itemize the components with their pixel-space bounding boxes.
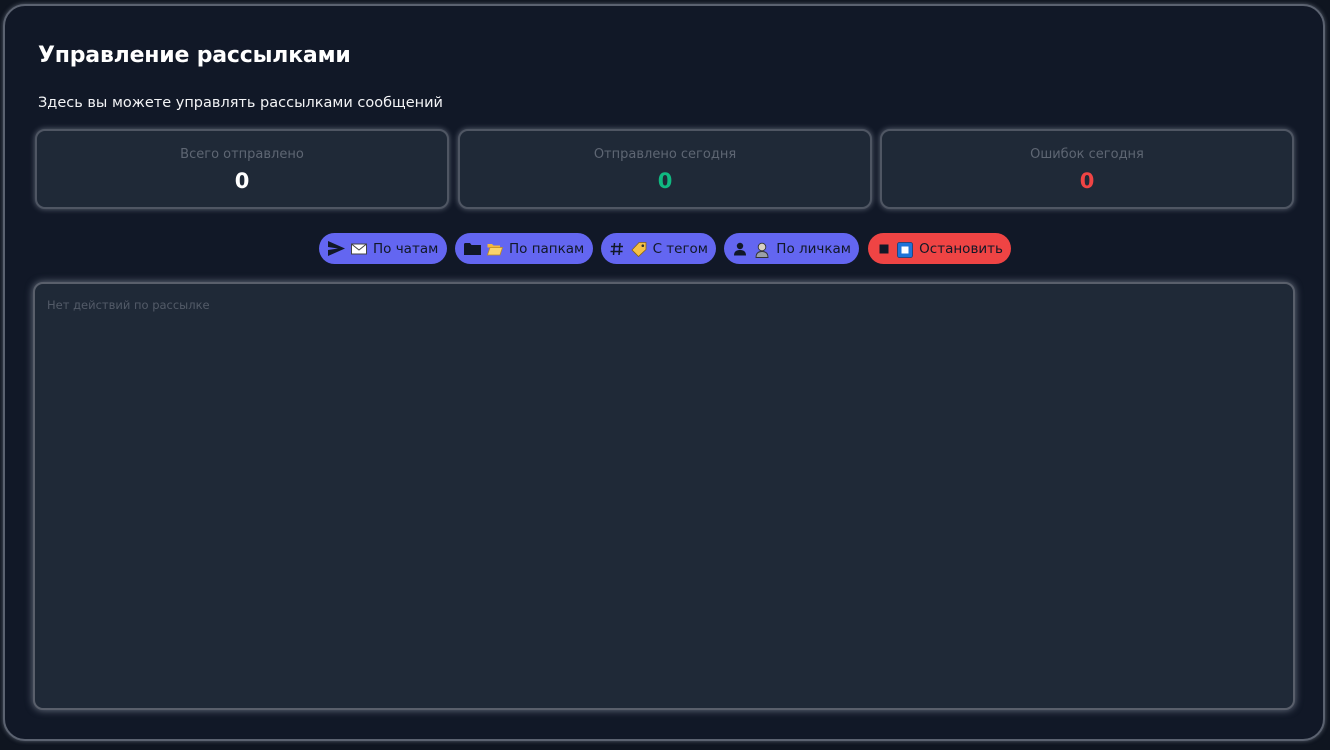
with-tag-button[interactable]: С тегом bbox=[601, 233, 716, 264]
stop-button-icon bbox=[897, 241, 914, 258]
by-folders-button[interactable]: По папкам bbox=[455, 233, 593, 264]
button-label: По личкам bbox=[776, 240, 851, 257]
by-private-messages-button[interactable]: По личкам bbox=[724, 233, 859, 264]
stop-button[interactable]: Остановить bbox=[868, 233, 1011, 264]
stat-label: Ошибок сегодня bbox=[1030, 147, 1144, 162]
button-label: С тегом bbox=[652, 240, 708, 257]
stat-value: 0 bbox=[234, 169, 250, 193]
log-empty-message: Нет действий по рассылке bbox=[47, 298, 210, 312]
stat-value: 0 bbox=[1079, 169, 1095, 193]
stat-label: Отправлено сегодня bbox=[593, 147, 737, 162]
stat-value: 0 bbox=[657, 169, 673, 193]
stat-card-sent-today: Отправлено сегодня 0 bbox=[458, 129, 872, 209]
action-bar: По чатам По папкам С тегом По личкам Ост… bbox=[0, 233, 1330, 264]
envelope-icon bbox=[351, 242, 367, 256]
by-chats-button[interactable]: По чатам bbox=[319, 233, 447, 264]
page-title: Управление рассылками bbox=[38, 43, 351, 68]
person-icon bbox=[754, 242, 770, 258]
user-icon bbox=[732, 240, 748, 258]
tag-icon bbox=[631, 241, 647, 257]
stat-card-errors-today: Ошибок сегодня 0 bbox=[880, 129, 1294, 209]
button-label: По папкам bbox=[509, 240, 585, 257]
send-icon bbox=[327, 240, 345, 258]
hashtag-icon bbox=[609, 240, 625, 258]
folder-icon bbox=[463, 240, 481, 258]
button-label: По чатам bbox=[373, 240, 439, 257]
open-folder-icon bbox=[486, 242, 504, 256]
mailing-log[interactable]: Нет действий по рассылке bbox=[33, 282, 1295, 710]
stat-label: Всего отправлено bbox=[180, 147, 304, 162]
stop-icon bbox=[876, 240, 891, 258]
page-subtitle: Здесь вы можете управлять рассылками соо… bbox=[38, 95, 443, 111]
button-label: Остановить bbox=[919, 240, 1003, 257]
stat-card-total-sent: Всего отправлено 0 bbox=[35, 129, 449, 209]
